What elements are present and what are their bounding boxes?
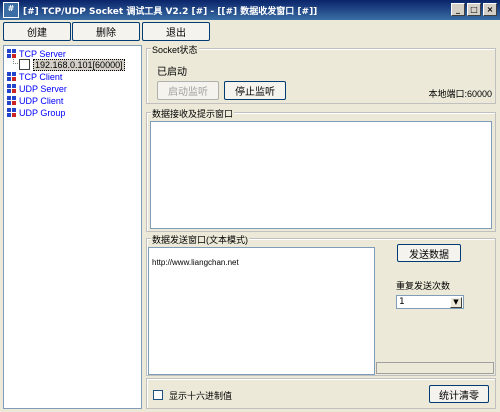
node-icon: [7, 108, 16, 117]
send-textarea[interactable]: http://www.liangchan.net: [148, 247, 375, 375]
window-controls: _ □ ×: [449, 3, 497, 16]
node-icon: [7, 49, 16, 58]
footer-group: 显示十六进制值 统计清零: [146, 378, 496, 409]
tree-item-udp-server[interactable]: UDP Server: [7, 83, 67, 94]
hex-checkbox[interactable]: [153, 390, 163, 400]
send-legend: 数据发送窗口(文本模式): [151, 233, 249, 246]
socket-status-text: 已启动: [157, 67, 187, 78]
start-listen-button[interactable]: 启动监听: [157, 81, 219, 100]
chevron-down-icon[interactable]: ▼: [450, 297, 462, 308]
node-icon: [7, 84, 16, 93]
minimize-icon[interactable]: _: [451, 3, 465, 16]
stats-reset-button[interactable]: 统计清零: [429, 385, 489, 403]
tree-item-label: TCP Server: [19, 48, 66, 59]
receive-legend: 数据接收及提示窗口: [151, 107, 235, 120]
tree-item-label: UDP Client: [19, 95, 64, 106]
repeat-count-select[interactable]: 1 ▼: [396, 295, 464, 309]
tree-item-connection[interactable]: 192.168.0.101[60000]: [19, 58, 125, 71]
send-status-bar: [376, 362, 494, 374]
local-port-label: 本地端口:60000: [428, 89, 492, 99]
window-title: [#] TCP/UDP Socket 调试工具 V2.2 [#] - [[#] …: [23, 6, 318, 17]
maximize-icon[interactable]: □: [467, 3, 481, 16]
node-icon: [7, 96, 16, 105]
node-icon: [7, 72, 16, 81]
tree-item-udp-client[interactable]: UDP Client: [7, 95, 63, 106]
receive-group: 数据接收及提示窗口: [146, 107, 496, 232]
title-bar: # [#] TCP/UDP Socket 调试工具 V2.2 [#] - [[#…: [0, 0, 500, 20]
repeat-count-label: 重复发送次数: [396, 281, 451, 291]
create-button[interactable]: 创建: [3, 22, 71, 41]
stop-listen-button[interactable]: 停止监听: [224, 81, 286, 100]
tree-item-label: 192.168.0.101[60000]: [33, 58, 125, 71]
socket-tree[interactable]: TCP Server 192.168.0.101[60000] TCP Clie…: [3, 45, 142, 409]
socket-status-group: Socket状态 已启动 启动监听 停止监听 本地端口:60000: [146, 43, 496, 104]
tree-item-udp-group[interactable]: UDP Group: [7, 107, 65, 118]
send-group: 数据发送窗口(文本模式) http://www.liangchan.net 发送…: [146, 233, 496, 376]
tree-item-label: TCP Client: [19, 71, 63, 82]
send-data-button[interactable]: 发送数据: [397, 244, 461, 262]
connection-icon: [19, 59, 30, 70]
delete-button[interactable]: 删除: [72, 22, 140, 41]
tree-item-tcp-server[interactable]: TCP Server: [7, 48, 66, 59]
app-icon: #: [3, 2, 19, 18]
tree-item-tcp-client[interactable]: TCP Client: [7, 71, 62, 82]
tree-item-label: UDP Server: [19, 83, 67, 94]
tree-item-label: UDP Group: [19, 107, 66, 118]
receive-textarea[interactable]: [150, 121, 492, 229]
hex-label: 显示十六进制值: [169, 391, 233, 401]
close-icon[interactable]: ×: [483, 3, 497, 16]
exit-button[interactable]: 退出: [142, 22, 210, 41]
socket-status-legend: Socket状态: [151, 43, 199, 56]
repeat-count-value: 1: [399, 297, 405, 307]
